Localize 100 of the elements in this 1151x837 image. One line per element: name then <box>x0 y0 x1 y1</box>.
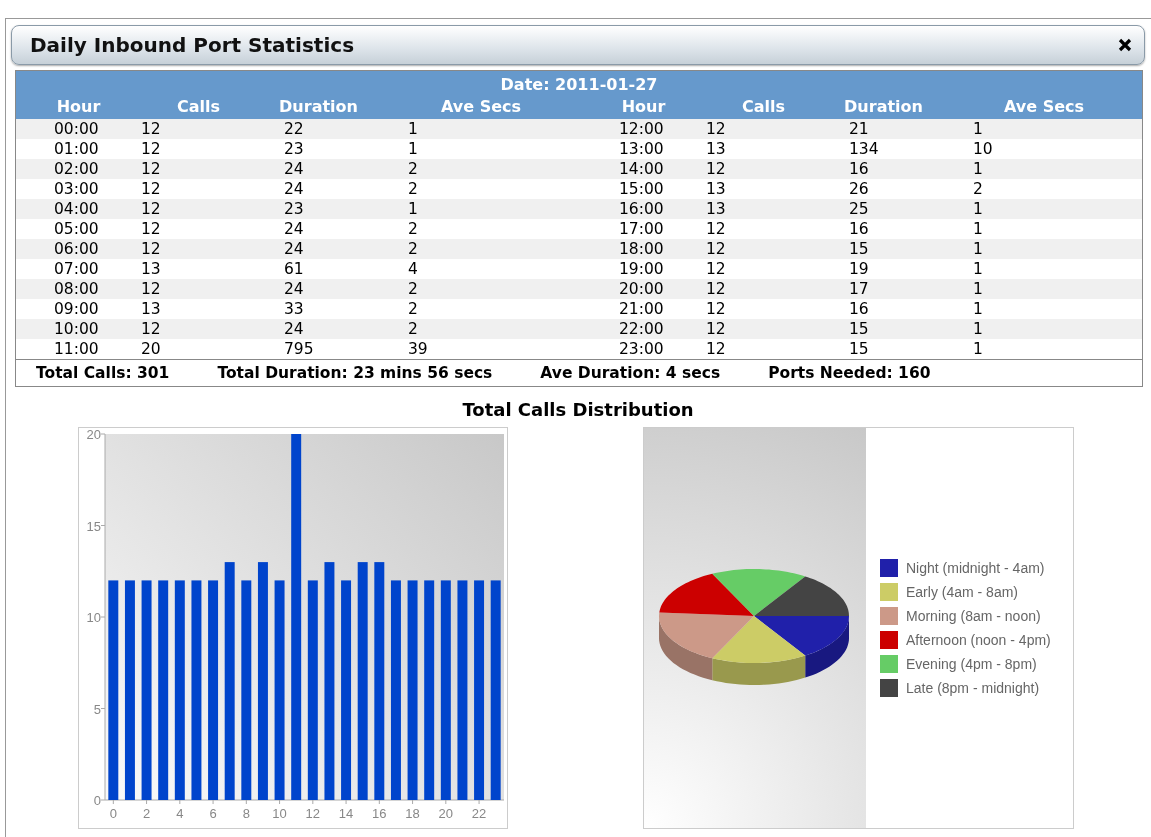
column-header: Duration <box>843 97 924 118</box>
table-cell-text: 24 <box>283 239 305 259</box>
table-cell-text: 10:00 <box>53 319 100 339</box>
legend-label: Afternoon (noon - 4pm) <box>906 632 1051 648</box>
table-cell-text: 08:00 <box>53 279 100 299</box>
table-cell-text: 17 <box>848 279 870 299</box>
table-cell-text: 21 <box>848 119 870 139</box>
legend-label: Early (4am - 8am) <box>906 584 1019 600</box>
table-cell-text: 01:00 <box>53 139 100 159</box>
table-cell-text: 24 <box>283 279 305 299</box>
table-cell-text: 1 <box>972 319 984 339</box>
table-cell-text: 12 <box>141 159 162 179</box>
table-cell-text: 20 <box>141 339 162 359</box>
legend-label: Morning (8am - noon) <box>906 608 1041 624</box>
table-cell-text: 24 <box>283 219 305 239</box>
table-cell-text: 61 <box>283 259 305 279</box>
table-cell-text: 03:00 <box>53 179 100 199</box>
table-cell-text: 1 <box>407 199 419 219</box>
y-tick-label: 15 <box>86 518 101 534</box>
table-cell-text: 25 <box>848 199 870 219</box>
table-cell-text: 1 <box>972 219 984 239</box>
table-cell-text: 12 <box>706 319 727 339</box>
table-cell-text: 13 <box>706 139 727 159</box>
table-cell-text: 23:00 <box>618 339 665 359</box>
legend-label: Late (8pm - midnight) <box>906 680 1040 696</box>
column-header: Calls <box>176 97 221 118</box>
table-cell-text: 19:00 <box>618 259 665 279</box>
table-cell-text: 2 <box>407 239 419 259</box>
x-tick-label: 6 <box>209 806 217 821</box>
table-cell-text: 39 <box>407 339 429 359</box>
table-cell-text: 15 <box>848 239 870 259</box>
table-cell-text: 24 <box>283 179 305 199</box>
y-tick-label: 0 <box>93 793 101 808</box>
table-cell-text: 2 <box>407 219 419 239</box>
column-header: Calls <box>741 97 786 118</box>
table-cell-text: 1 <box>972 259 984 279</box>
table-cell-text: 2 <box>407 299 419 319</box>
legend-label: Evening (4pm - 8pm) <box>906 656 1037 672</box>
table-cell-text: 24 <box>283 159 305 179</box>
column-header: Ave Secs <box>439 97 522 118</box>
table-cell-text: 12 <box>141 199 162 219</box>
y-tick-label: 5 <box>93 701 101 717</box>
table-cell-text: 12 <box>706 259 727 279</box>
column-header: Duration <box>278 97 359 118</box>
x-tick-label: 2 <box>142 806 151 821</box>
column-header: Ave Secs <box>1002 97 1085 118</box>
table-cell-text: 13 <box>706 179 727 199</box>
table-cell-text: 04:00 <box>53 199 100 219</box>
x-tick-label: 12 <box>305 806 321 821</box>
y-tick-label: 20 <box>86 428 101 442</box>
table-cell-text: 15:00 <box>618 179 665 199</box>
table-cell-text: 16 <box>848 299 870 319</box>
date-label: Date: 2011-01-27 <box>499 74 659 96</box>
x-tick-label: 20 <box>438 806 454 821</box>
table-cell-text: 14:00 <box>618 159 665 179</box>
table-cell-text: 12 <box>141 239 162 259</box>
x-tick-label: 18 <box>405 806 420 821</box>
x-tick-label: 0 <box>109 806 117 821</box>
table-cell-text: 16:00 <box>618 199 665 219</box>
table-cell-text: 12 <box>706 159 727 179</box>
table-cell-text: 12 <box>706 299 727 319</box>
table-cell-text: 2 <box>407 159 419 179</box>
table-cell-text: 15 <box>848 319 870 339</box>
close-icon[interactable] <box>1118 38 1132 52</box>
table-cell-text: 12 <box>706 339 727 359</box>
table-cell-text: 12 <box>706 119 727 139</box>
table-cell-text: 12 <box>706 239 727 259</box>
x-tick-label: 4 <box>176 806 184 821</box>
x-tick-label: 16 <box>372 806 387 821</box>
table-cell-text: 17:00 <box>618 219 665 239</box>
table-cell-text: 19 <box>848 259 870 279</box>
table-cell-text: 13 <box>141 299 162 319</box>
table-cell-text: 02:00 <box>53 159 100 179</box>
table-cell-text: 2 <box>407 179 419 199</box>
table-cell-text: 1 <box>972 299 984 319</box>
table-cell-text: 10 <box>972 139 994 159</box>
table-cell-text: 12 <box>141 179 162 199</box>
table-cell-text: 05:00 <box>53 219 100 239</box>
table-cell-text: 15 <box>848 339 870 359</box>
table-cell-text: 16 <box>848 159 870 179</box>
table-cell-text: 22:00 <box>618 319 665 339</box>
chart-title: Total Calls Distribution <box>461 399 695 422</box>
x-tick-label: 22 <box>471 806 487 821</box>
window-title: Daily Inbound Port Statistics <box>30 33 355 57</box>
table-cell-text: 1 <box>972 159 984 179</box>
table-cell-text: 1 <box>972 119 984 139</box>
summary-text: Ports Needed: 160 <box>768 364 931 382</box>
table-cell-text: 1 <box>972 199 984 219</box>
table-cell-text: 1 <box>972 239 984 259</box>
table-cell-text: 4 <box>407 259 419 279</box>
summary-text: Ave Duration: 4 secs <box>540 364 721 382</box>
x-tick-label: 10 <box>272 806 287 821</box>
table-cell-text: 12 <box>706 279 727 299</box>
table-cell-text: 20:00 <box>618 279 665 299</box>
table-cell-text: 09:00 <box>53 299 100 319</box>
table-cell-text: 23 <box>283 199 305 219</box>
table-cell-text: 21:00 <box>618 299 665 319</box>
table-cell-text: 12 <box>141 219 162 239</box>
table-cell-text: 2 <box>407 279 419 299</box>
table-cell-text: 2 <box>407 319 419 339</box>
